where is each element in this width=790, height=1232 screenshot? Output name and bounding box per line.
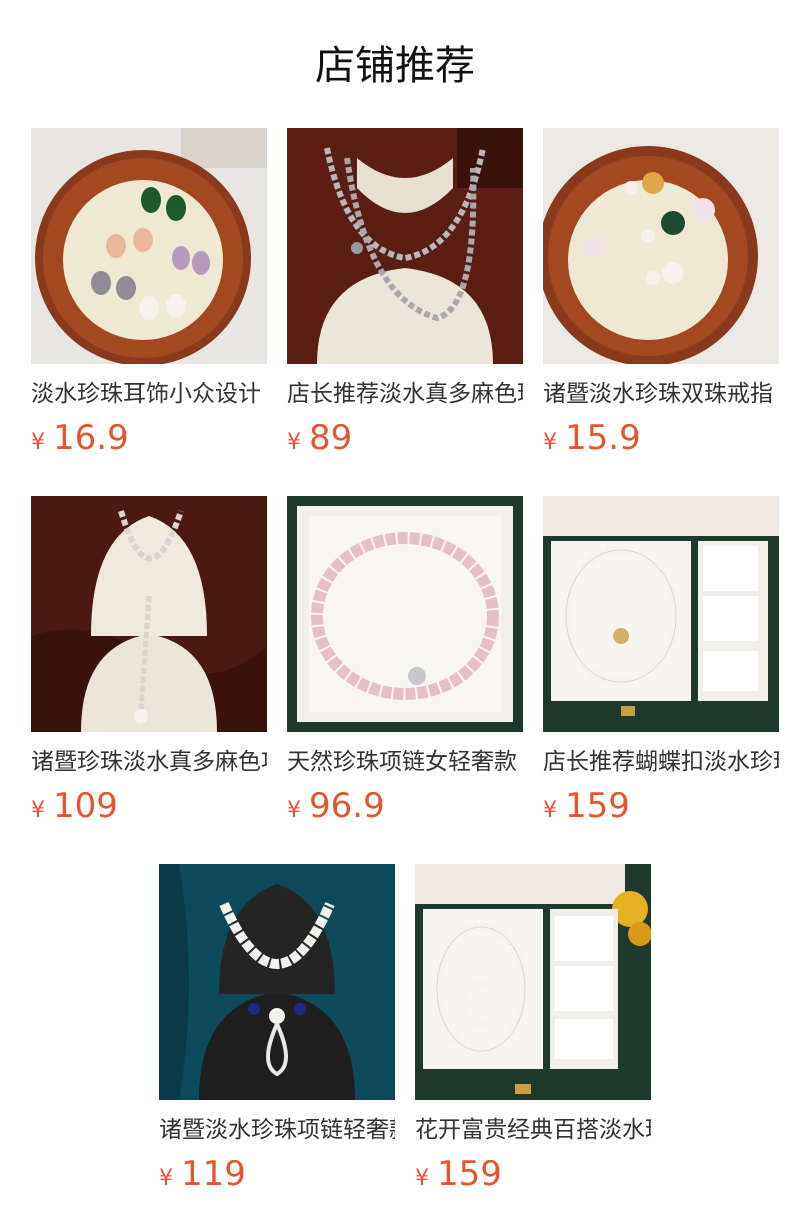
- product-name[interactable]: 诸暨淡水珍珠双珠戒指: [543, 378, 779, 410]
- product-card[interactable]: 诸暨淡水珍珠双珠戒指 ¥15.9: [543, 128, 779, 464]
- product-price: ¥119: [159, 1154, 395, 1200]
- currency-symbol: ¥: [287, 430, 301, 455]
- product-price: ¥159: [543, 786, 779, 832]
- price-value: 16.9: [53, 418, 129, 458]
- product-image[interactable]: [287, 128, 523, 364]
- price-value: 109: [53, 786, 118, 826]
- product-price: ¥159: [415, 1154, 651, 1200]
- product-card[interactable]: 诸暨珍珠淡水真多麻色项链 ¥109: [31, 496, 267, 832]
- price-value: 89: [309, 418, 353, 458]
- product-price: ¥96.9: [287, 786, 523, 832]
- price-value: 96.9: [309, 786, 385, 826]
- product-card[interactable]: 店长推荐蝴蝶扣淡水珍珠套装 ¥159: [543, 496, 779, 832]
- currency-symbol: ¥: [543, 798, 557, 823]
- product-name[interactable]: 店长推荐蝴蝶扣淡水珍珠套装: [543, 746, 779, 778]
- product-name[interactable]: 天然珍珠项链女轻奢款: [287, 746, 523, 778]
- currency-symbol: ¥: [31, 798, 45, 823]
- product-image[interactable]: [159, 864, 395, 1100]
- product-card[interactable]: 花开富贵经典百搭淡水珍珠 ¥159: [415, 864, 651, 1200]
- product-name[interactable]: 店长推荐淡水真多麻色珍珠: [287, 378, 523, 410]
- product-image[interactable]: [543, 496, 779, 732]
- product-name[interactable]: 花开富贵经典百搭淡水珍珠: [415, 1114, 651, 1146]
- product-card[interactable]: 诸暨淡水珍珠项链轻奢款 ¥119: [159, 864, 395, 1200]
- product-name[interactable]: 诸暨淡水珍珠项链轻奢款: [159, 1114, 395, 1146]
- product-price: ¥15.9: [543, 418, 779, 464]
- page-title: 店铺推荐: [315, 43, 475, 89]
- product-price: ¥109: [31, 786, 267, 832]
- product-image[interactable]: [287, 496, 523, 732]
- product-image[interactable]: [415, 864, 651, 1100]
- price-value: 159: [565, 786, 630, 826]
- price-value: 119: [181, 1154, 246, 1194]
- currency-symbol: ¥: [31, 430, 45, 455]
- product-image[interactable]: [31, 496, 267, 732]
- currency-symbol: ¥: [543, 430, 557, 455]
- price-value: 159: [437, 1154, 502, 1194]
- currency-symbol: ¥: [287, 798, 301, 823]
- product-card[interactable]: 天然珍珠项链女轻奢款 ¥96.9: [287, 496, 523, 832]
- product-image[interactable]: [31, 128, 267, 364]
- product-price: ¥16.9: [31, 418, 267, 464]
- currency-symbol: ¥: [415, 1166, 429, 1191]
- product-image[interactable]: [543, 128, 779, 364]
- product-card[interactable]: 淡水珍珠耳饰小众设计 ¥16.9: [31, 128, 267, 464]
- product-name[interactable]: 淡水珍珠耳饰小众设计: [31, 378, 267, 410]
- product-price: ¥89: [287, 418, 523, 464]
- product-card[interactable]: 店长推荐淡水真多麻色珍珠 ¥89: [287, 128, 523, 464]
- currency-symbol: ¥: [159, 1166, 173, 1191]
- price-value: 15.9: [565, 418, 641, 458]
- product-name[interactable]: 诸暨珍珠淡水真多麻色项链: [31, 746, 267, 778]
